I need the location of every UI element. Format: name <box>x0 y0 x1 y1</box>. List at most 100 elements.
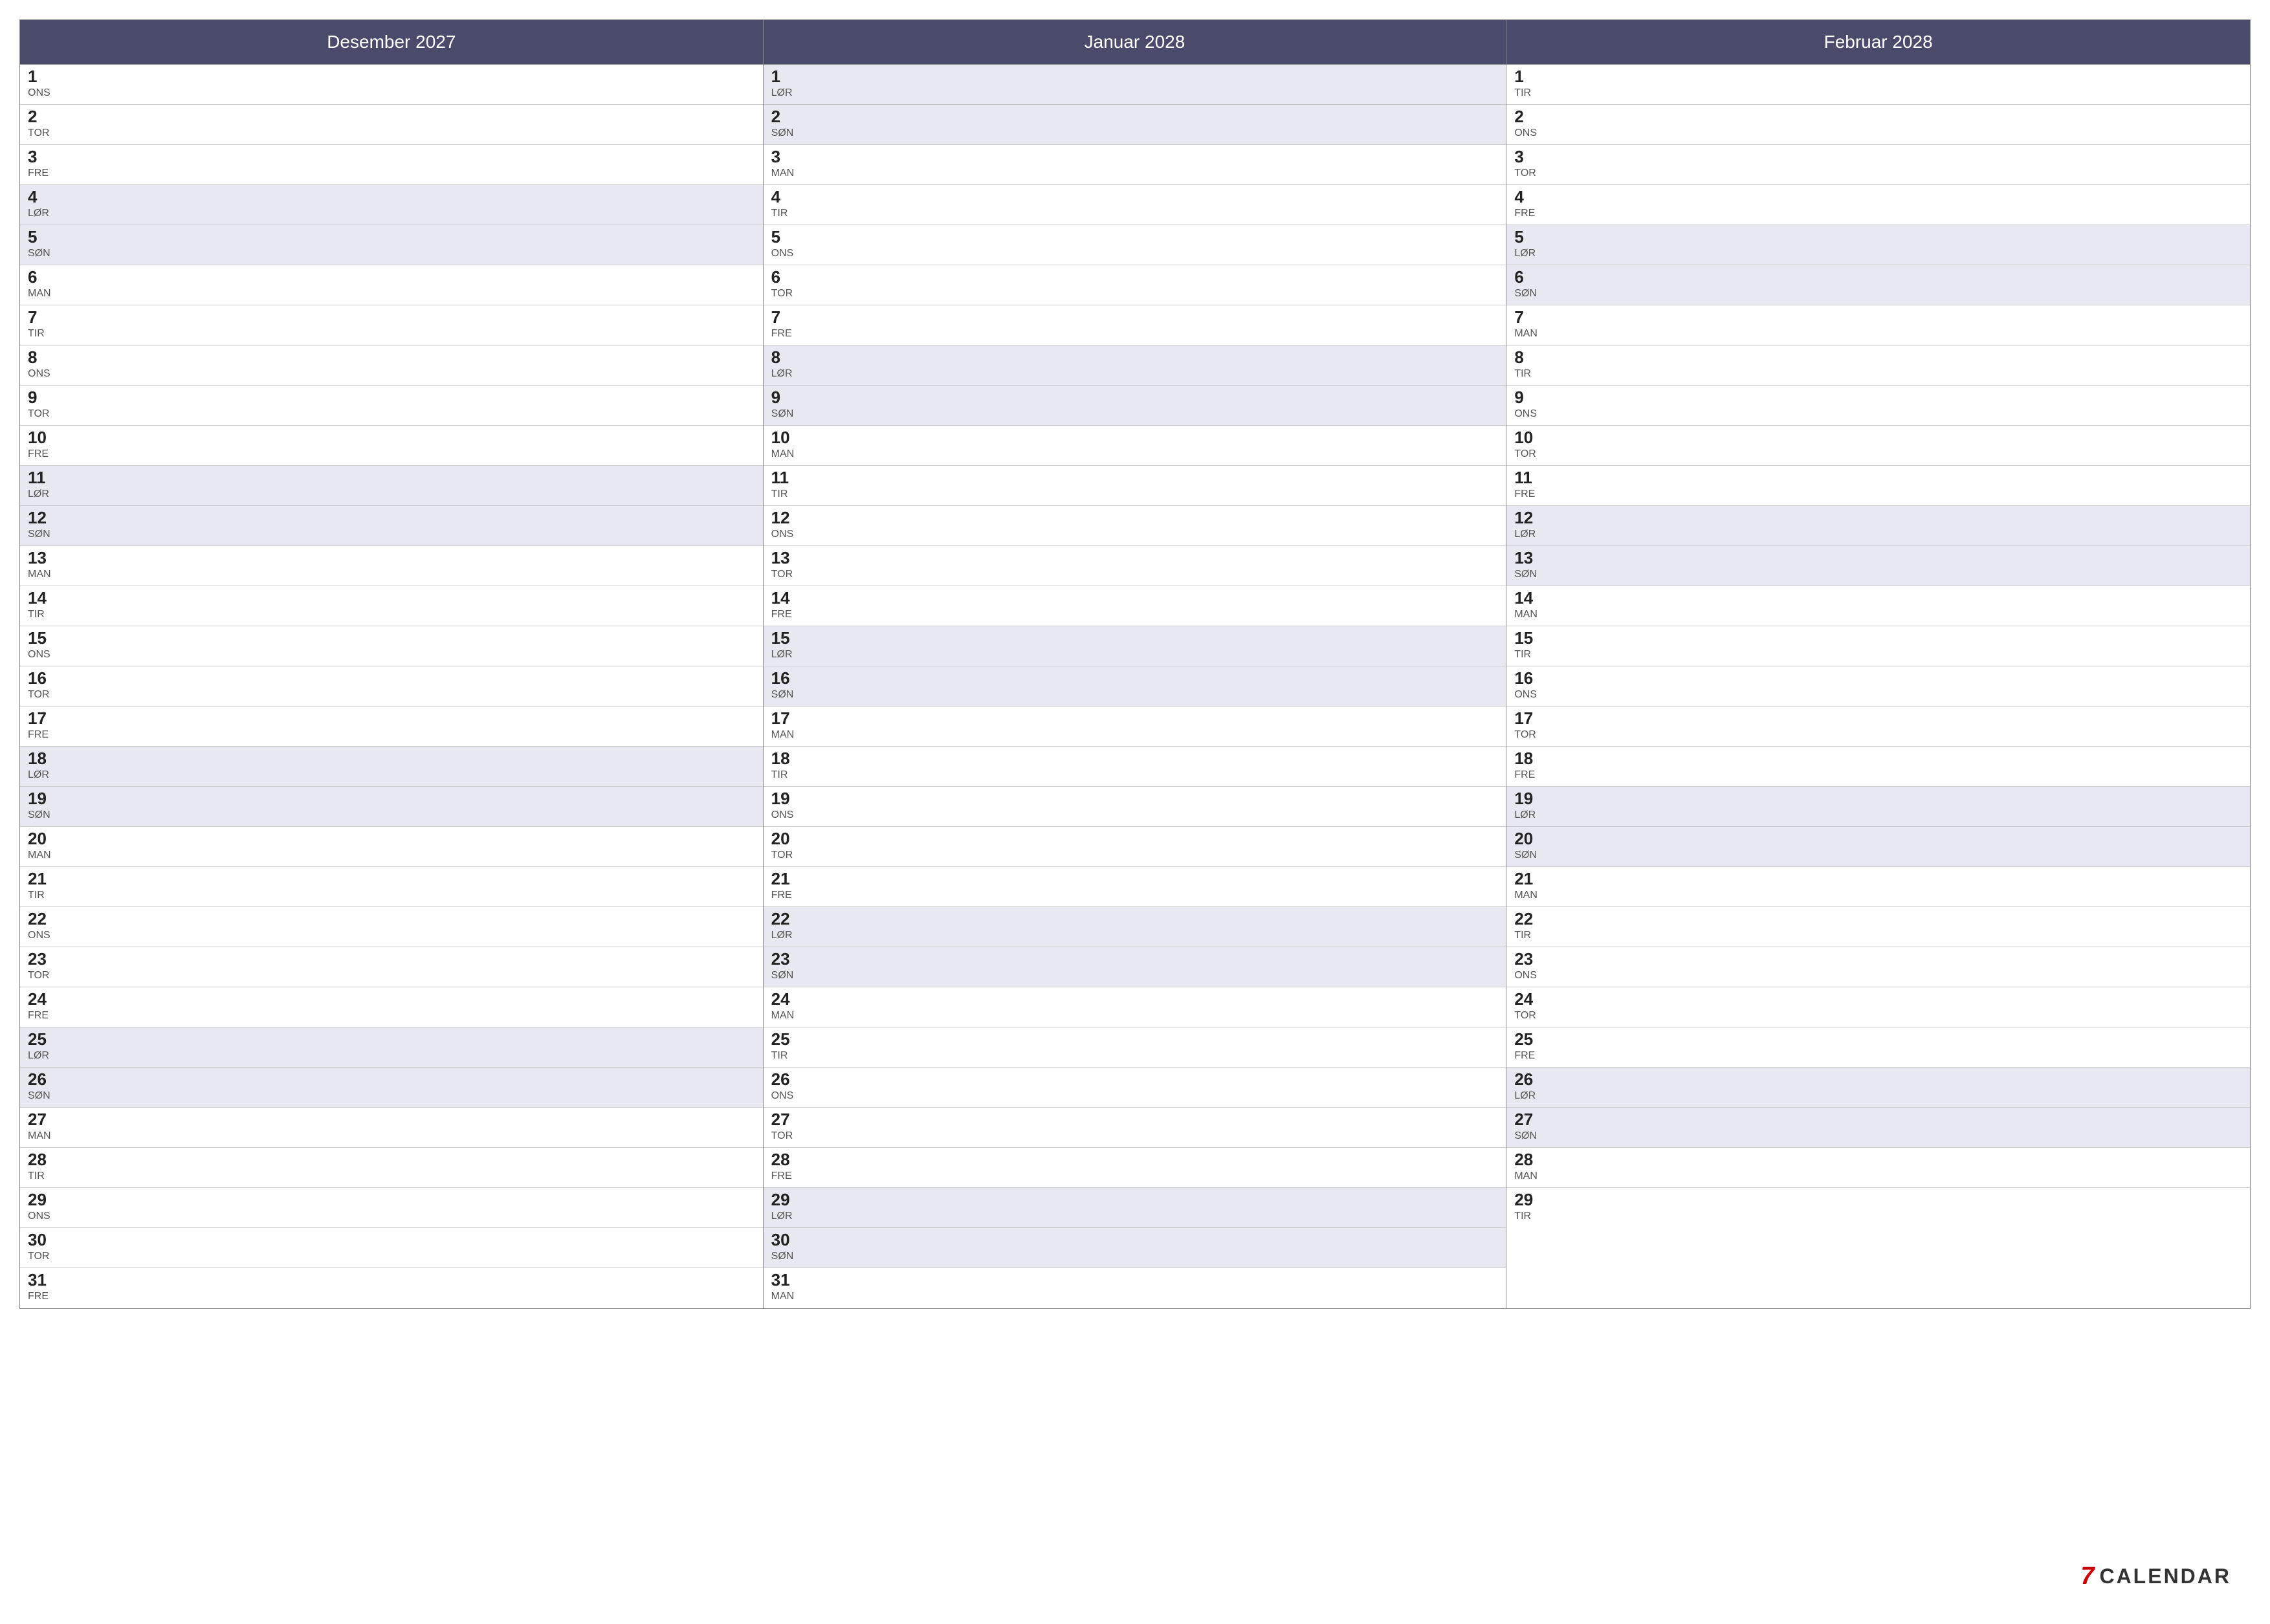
day-number-value: 30 <box>771 1230 790 1249</box>
day-number-value: 3 <box>28 147 37 166</box>
day-number: 23SØN <box>771 950 794 982</box>
day-number: 27TOR <box>771 1110 793 1142</box>
day-row: 6TOR <box>764 265 1506 305</box>
day-name-value: FRE <box>28 1010 49 1022</box>
day-number-value: 31 <box>28 1270 47 1289</box>
day-number: 16TOR <box>28 669 49 701</box>
day-row: 29TIR <box>1506 1188 2250 1228</box>
day-name-value: FRE <box>771 609 792 620</box>
day-number-value: 17 <box>28 708 47 728</box>
day-name-value: MAN <box>1514 890 1537 901</box>
day-number-value: 16 <box>28 668 47 688</box>
day-number-value: 15 <box>1514 628 1533 648</box>
day-number: 10MAN <box>771 428 795 460</box>
day-number-value: 18 <box>1514 749 1533 768</box>
day-row: 10MAN <box>764 426 1506 466</box>
day-name-value: TOR <box>1514 168 1536 179</box>
day-number-value: 10 <box>771 428 790 447</box>
day-name-value: FRE <box>1514 769 1535 781</box>
day-number: 10FRE <box>28 428 49 460</box>
day-row: 16ONS <box>1506 666 2250 707</box>
day-row: 24FRE <box>20 987 763 1027</box>
day-number: 17MAN <box>771 709 795 741</box>
day-name-value: SØN <box>1514 569 1537 580</box>
logo-seven-icon: 7 <box>2080 1563 2094 1590</box>
day-name-value: MAN <box>28 850 51 861</box>
day-number-value: 28 <box>28 1150 47 1169</box>
day-name-value: LØR <box>771 368 793 380</box>
day-name-value: TIR <box>771 1050 790 1062</box>
day-row: 17MAN <box>764 707 1506 747</box>
day-name-value: TIR <box>28 609 47 620</box>
day-number: 4FRE <box>1514 188 1535 219</box>
day-name-value: ONS <box>1514 689 1537 701</box>
day-row: 9TOR <box>20 386 763 426</box>
day-number-value: 25 <box>28 1029 47 1049</box>
day-number: 31MAN <box>771 1271 795 1302</box>
day-row: 7TIR <box>20 305 763 346</box>
day-number: 18TIR <box>771 749 790 781</box>
day-number-value: 12 <box>771 508 790 527</box>
day-number: 19SØN <box>28 789 50 821</box>
day-row: 22ONS <box>20 907 763 947</box>
day-row: 13TOR <box>764 546 1506 586</box>
day-number-value: 4 <box>1514 187 1523 206</box>
day-name-value: SØN <box>771 1251 794 1262</box>
day-row: 18LØR <box>20 747 763 787</box>
day-row: 30TOR <box>20 1228 763 1268</box>
day-number-value: 23 <box>1514 949 1533 969</box>
month-header-februar-2028: Februar 2028 <box>1506 20 2250 65</box>
day-name-value: TIR <box>28 328 45 340</box>
day-row: 3MAN <box>764 145 1506 185</box>
day-name-value: MAN <box>28 1130 51 1142</box>
day-name-value: ONS <box>771 809 794 821</box>
day-number-value: 19 <box>771 789 790 808</box>
day-number: 16SØN <box>771 669 794 701</box>
day-name-value: SØN <box>771 689 794 701</box>
day-number-value: 16 <box>1514 668 1533 688</box>
day-number: 31FRE <box>28 1271 49 1302</box>
day-row: 31MAN <box>764 1268 1506 1308</box>
day-name-value: FRE <box>28 168 49 179</box>
day-number: 7FRE <box>771 308 792 340</box>
day-number-value: 27 <box>1514 1110 1533 1129</box>
day-number-value: 23 <box>28 949 47 969</box>
day-name-value: SØN <box>28 529 50 540</box>
day-number-value: 20 <box>28 829 47 848</box>
day-row: 5LØR <box>1506 225 2250 265</box>
day-number: 11LØR <box>28 468 49 500</box>
day-name-value: TOR <box>1514 729 1536 741</box>
day-name-value: MAN <box>1514 328 1537 340</box>
day-row: 10FRE <box>20 426 763 466</box>
day-number-value: 26 <box>28 1070 47 1089</box>
day-number: 30TOR <box>28 1231 49 1262</box>
day-number-value: 28 <box>1514 1150 1533 1169</box>
day-name-value: TOR <box>771 288 793 300</box>
day-number: 2TOR <box>28 107 49 139</box>
day-number-value: 3 <box>1514 147 1523 166</box>
day-name-value: ONS <box>1514 970 1537 982</box>
day-name-value: LØR <box>771 930 793 941</box>
day-name-value: TIR <box>1514 1211 1533 1222</box>
day-number-value: 18 <box>28 749 47 768</box>
day-row: 17TOR <box>1506 707 2250 747</box>
day-row: 5SØN <box>20 225 763 265</box>
day-number-value: 24 <box>1514 989 1533 1009</box>
day-number-value: 6 <box>771 267 780 287</box>
day-row: 13MAN <box>20 546 763 586</box>
day-number: 7MAN <box>1514 308 1537 340</box>
day-row: 27MAN <box>20 1108 763 1148</box>
day-row: 7FRE <box>764 305 1506 346</box>
day-number: 6SØN <box>1514 268 1537 300</box>
day-row: 28TIR <box>20 1148 763 1188</box>
day-row: 27SØN <box>1506 1108 2250 1148</box>
day-row: 1ONS <box>20 65 763 105</box>
day-row: 4LØR <box>20 185 763 225</box>
day-name-value: LØR <box>1514 529 1536 540</box>
day-name-value: ONS <box>1514 127 1537 139</box>
day-name-value: TOR <box>1514 1010 1536 1022</box>
day-name-value: LØR <box>1514 1090 1536 1102</box>
day-row: 3 TOR <box>1506 145 2250 185</box>
day-row: 4FRE <box>1506 185 2250 225</box>
day-number: 4TIR <box>771 188 788 219</box>
